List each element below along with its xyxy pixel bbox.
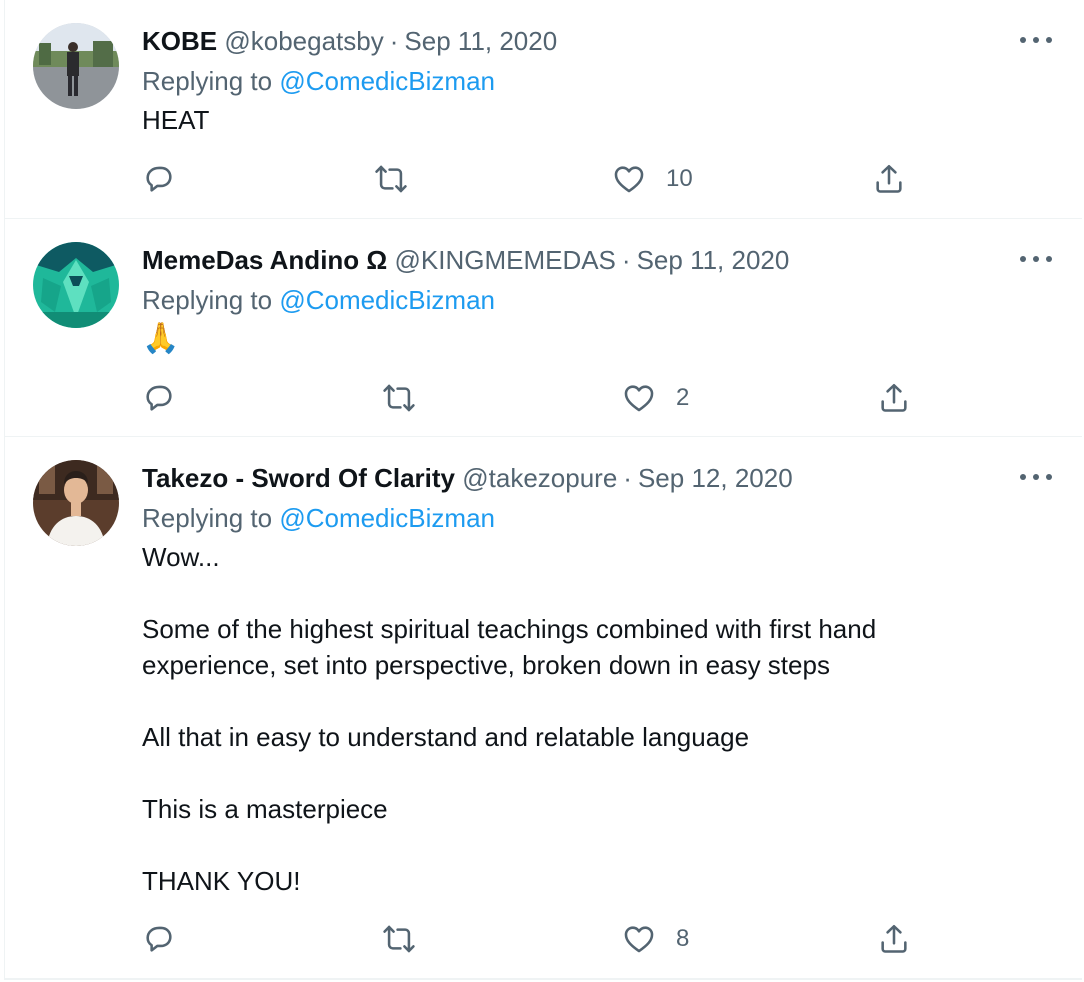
- tweet-header: Takezo - Sword Of Clarity @takezopure · Se…: [142, 461, 793, 495]
- replying-to: Replying to @ComedicBizman: [142, 283, 495, 317]
- like-button[interactable]: 8: [622, 921, 689, 957]
- avatar[interactable]: [33, 242, 119, 328]
- timestamp[interactable]: Sep 11, 2020: [637, 245, 790, 275]
- heart-icon: [614, 166, 644, 193]
- like-count: 2: [676, 384, 690, 411]
- retweet-icon: [383, 925, 415, 953]
- handle[interactable]: @KINGMEMEDAS: [394, 245, 615, 275]
- share-button[interactable]: [872, 161, 906, 197]
- reply-icon: [146, 385, 172, 411]
- heart-icon: [624, 385, 654, 412]
- separator: ·: [389, 26, 399, 56]
- tweet-header: KOBE @kobegatsby · Sep 11, 2020: [142, 24, 557, 58]
- avatar[interactable]: [33, 460, 119, 546]
- like-count: 8: [676, 925, 690, 952]
- share-icon: [881, 383, 907, 412]
- tweet[interactable]: MemeDas Andino Ω @KINGMEMEDAS · Sep 11, 20…: [5, 219, 1082, 437]
- reply-icon: [146, 166, 172, 192]
- display-name[interactable]: MemeDas Andino Ω: [142, 245, 387, 275]
- timestamp[interactable]: Sep 12, 2020: [638, 463, 793, 493]
- share-icon: [876, 164, 902, 193]
- tweet-actions: 8: [142, 921, 922, 957]
- handle[interactable]: @takezopure: [462, 463, 617, 493]
- share-button[interactable]: [877, 380, 911, 416]
- reply-icon: [146, 926, 172, 952]
- retweet-icon: [375, 165, 407, 193]
- avatar-photo-smiling-man: [33, 460, 119, 546]
- reply-button[interactable]: [142, 921, 176, 957]
- replying-prefix: Replying to: [142, 66, 273, 96]
- more-options-icon[interactable]: [1020, 467, 1052, 487]
- replying-prefix: Replying to: [142, 285, 273, 315]
- tweet-header: MemeDas Andino Ω @KINGMEMEDAS · Sep 11, 20…: [142, 243, 789, 277]
- replying-prefix: Replying to: [142, 503, 273, 533]
- share-icon: [881, 924, 907, 953]
- display-name[interactable]: Takezo - Sword Of Clarity: [142, 463, 455, 493]
- replying-to: Replying to @ComedicBizman: [142, 64, 495, 98]
- avatar[interactable]: [33, 23, 119, 109]
- retweet-button[interactable]: [374, 161, 408, 197]
- tweet-actions: 10: [142, 161, 922, 197]
- more-options-icon[interactable]: [1020, 30, 1052, 50]
- separator: ·: [623, 463, 632, 493]
- tweet-actions: 2: [142, 380, 922, 416]
- retweet-button[interactable]: [382, 380, 416, 416]
- separator: ·: [621, 245, 631, 275]
- reply-button[interactable]: [142, 380, 176, 416]
- like-count: 10: [666, 165, 693, 192]
- tweet-text: HEAT: [142, 105, 210, 135]
- tweet[interactable]: Takezo - Sword Of Clarity @takezopure · Se…: [5, 437, 1082, 979]
- retweet-icon: [383, 384, 415, 412]
- timestamp[interactable]: Sep 11, 2020: [404, 26, 557, 56]
- tweet-text: 🙏: [142, 322, 180, 355]
- share-button[interactable]: [877, 921, 911, 957]
- mention-link[interactable]: @ComedicBizman: [279, 285, 495, 315]
- tweet-text: Wow... Some of the highest spiritual tea…: [142, 542, 877, 896]
- like-button[interactable]: 2: [622, 380, 689, 416]
- display-name[interactable]: KOBE: [142, 26, 217, 56]
- replying-to: Replying to @ComedicBizman: [142, 501, 495, 535]
- tweet[interactable]: KOBE @kobegatsby · Sep 11, 2020 Replying t…: [5, 0, 1082, 219]
- retweet-button[interactable]: [382, 921, 416, 957]
- heart-icon: [624, 926, 654, 953]
- mention-link[interactable]: @ComedicBizman: [279, 66, 495, 96]
- avatar-photo-person-standing: [33, 23, 119, 109]
- avatar-teal-character: [33, 242, 119, 328]
- more-options-icon[interactable]: [1020, 249, 1052, 269]
- mention-link[interactable]: @ComedicBizman: [279, 503, 495, 533]
- like-button[interactable]: 10: [612, 161, 693, 197]
- reply-feed: KOBE @kobegatsby · Sep 11, 2020 Replying t…: [4, 0, 1082, 980]
- handle[interactable]: @kobegatsby: [224, 26, 383, 56]
- reply-button[interactable]: [142, 161, 176, 197]
